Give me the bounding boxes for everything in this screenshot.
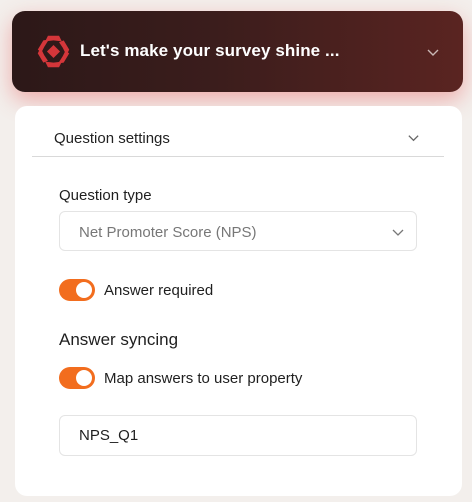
map-answers-toggle[interactable] [59,367,95,389]
toggle-knob [76,370,92,386]
banner-title: Let's make your survey shine ... [80,41,340,60]
question-type-label: Question type [59,187,152,204]
brand-logo-icon [37,35,70,68]
user-property-input[interactable] [59,415,417,456]
section-title: Question settings [54,130,170,147]
chevron-down-icon [392,229,404,236]
answer-syncing-heading: Answer syncing [59,330,179,349]
answer-required-label: Answer required [104,282,214,299]
question-settings-header[interactable]: Question settings [32,106,444,157]
question-type-value: Net Promoter Score (NPS) [79,224,257,241]
chevron-down-icon[interactable] [426,45,440,59]
question-type-select[interactable]: Net Promoter Score (NPS) [59,211,417,251]
chevron-down-icon[interactable] [407,132,420,145]
survey-banner: Let's make your survey shine ... [12,11,463,92]
question-settings-card: Question settings Question type Net Prom… [15,106,462,496]
answer-required-toggle[interactable] [59,279,95,301]
map-answers-label: Map answers to user property [104,370,303,387]
toggle-knob [76,282,92,298]
